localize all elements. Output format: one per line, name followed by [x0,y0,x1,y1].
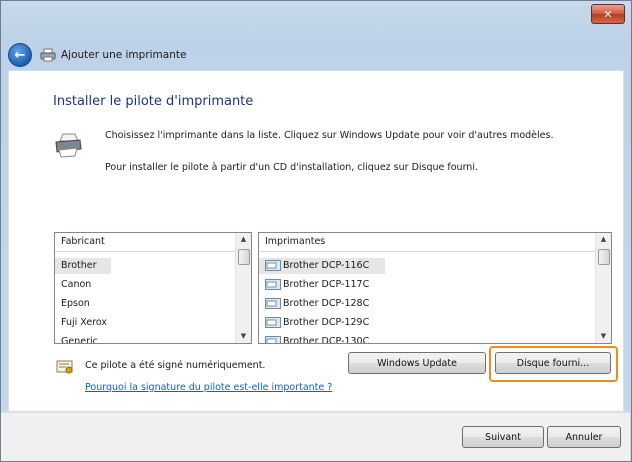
list-item[interactable]: Brother DCP-130C [259,334,370,344]
wizard-title: Ajouter une imprimante [61,49,187,61]
scroll-thumb[interactable] [238,249,250,265]
driver-signed-text: Ce pilote a été signé numériquement. [85,360,266,371]
printer-driver-icon [265,336,281,343]
list-item[interactable]: Brother DCP-129C [259,315,369,331]
list-item[interactable]: Brother DCP-117C [259,277,369,293]
instruction-text: Choisissez l'imprimante dans la liste. C… [105,130,554,141]
printer-driver-icon [265,279,281,290]
manufacturer-scrollbar[interactable]: ▲ ▼ [235,233,251,343]
title-bar[interactable]: ✕ [1,1,631,31]
printer-driver-icon [265,298,281,309]
back-button[interactable]: ← [8,43,32,67]
have-disk-button[interactable]: Disque fourni... [495,352,611,374]
close-icon: ✕ [603,7,613,21]
list-item[interactable]: Fuji Xerox [55,315,107,331]
printer-icon [53,132,83,158]
navigation-bar: ← Ajouter une imprimante [8,42,186,68]
printers-scrollbar[interactable]: ▲ ▼ [595,233,611,343]
printer-driver-icon [265,260,281,271]
scroll-down-icon[interactable]: ▼ [236,330,251,343]
list-item[interactable]: Epson [55,296,90,312]
next-button[interactable]: Suivant [462,426,544,448]
list-item[interactable]: Brother DCP-128C [259,296,369,312]
list-item[interactable]: Brother [55,258,111,274]
printer-model-label: Brother DCP-130C [283,336,370,344]
printer-model-label: Brother DCP-116C [283,260,370,271]
back-arrow-icon: ← [14,47,26,63]
close-button[interactable]: ✕ [591,4,625,24]
manufacturer-list[interactable]: Fabricant Brother Canon Epson Fuji Xerox… [54,232,252,344]
instruction-text-cd: Pour installer le pilote à partir d'un C… [105,162,478,173]
printer-icon [40,48,56,62]
signature-help-link[interactable]: Pourquoi la signature du pilote est-elle… [85,382,332,393]
printer-model-label: Brother DCP-129C [283,317,370,328]
scroll-up-icon[interactable]: ▲ [596,233,611,246]
list-item[interactable]: Generic [55,334,98,343]
printer-model-label: Brother DCP-128C [283,298,370,309]
page-heading: Installer le pilote d'imprimante [53,94,254,109]
scroll-thumb[interactable] [598,249,610,265]
windows-update-button[interactable]: Windows Update [348,352,486,374]
certificate-icon [56,359,74,375]
list-item[interactable]: Canon [55,277,91,293]
manufacturer-column-header[interactable]: Fabricant [55,233,235,252]
cancel-button[interactable]: Annuler [547,426,621,448]
printer-model-list[interactable]: Imprimantes Brother DCP-116C Brother DCP… [258,232,612,344]
printer-model-label: Brother DCP-117C [283,279,370,290]
printer-driver-icon [265,317,281,328]
scroll-down-icon[interactable]: ▼ [596,330,611,343]
scroll-up-icon[interactable]: ▲ [236,233,251,246]
list-item[interactable]: Brother DCP-116C [259,258,385,274]
printers-column-header[interactable]: Imprimantes [259,233,595,252]
